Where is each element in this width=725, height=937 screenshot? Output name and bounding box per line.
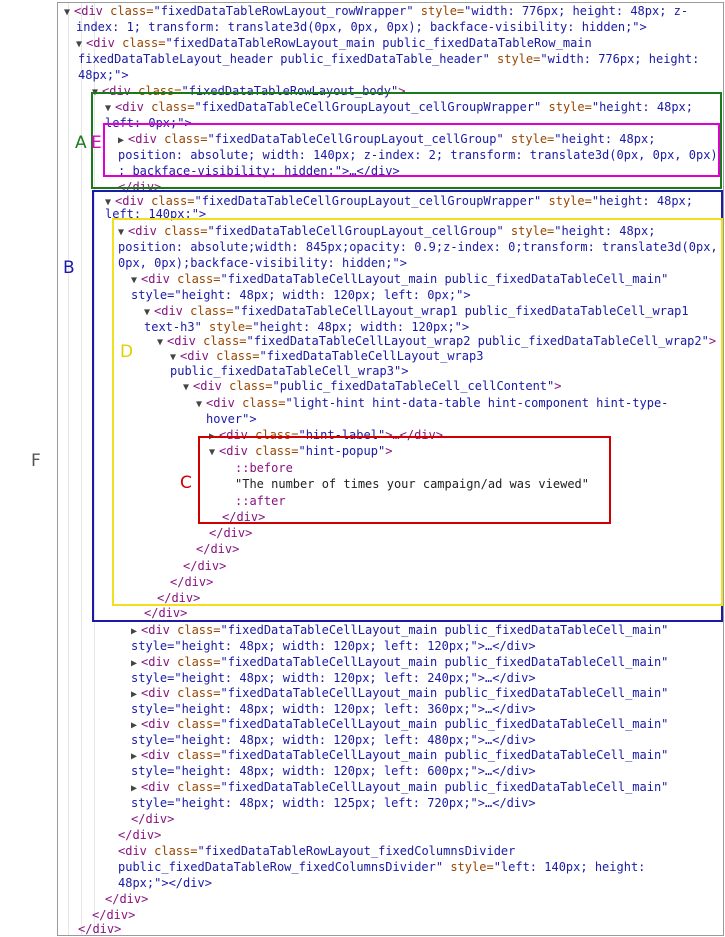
dom-text-line: style="height: 48px; width: 120px; left:… bbox=[131, 702, 536, 716]
dom-text-line: index: 1; transform: translate3d(0px, 0p… bbox=[76, 20, 647, 34]
dom-text-line: style="height: 48px; width: 120px; left:… bbox=[131, 733, 536, 747]
dom-text-line: style="height: 48px; width: 125px; left:… bbox=[131, 796, 536, 810]
annotation-label-f: F bbox=[31, 451, 41, 471]
annotation-box-d bbox=[112, 218, 723, 606]
dom-close-tag: </div> bbox=[131, 812, 175, 826]
dom-close-tag: </div> bbox=[78, 922, 122, 936]
expand-triangle-icon[interactable]: ▼ bbox=[64, 5, 74, 21]
dom-text-line: public_fixedDataTableRow_fixedColumnsDiv… bbox=[118, 860, 646, 874]
annotation-box-e bbox=[103, 123, 720, 177]
dom-text-line: style="height: 48px; width: 120px; left:… bbox=[131, 639, 536, 653]
dom-text-line: style="height: 48px; width: 120px; left:… bbox=[131, 764, 536, 778]
dom-text-line: style="height: 48px; width: 120px; left:… bbox=[131, 671, 536, 685]
dom-text-line: 48px;"></div> bbox=[118, 876, 212, 890]
annotation-label-e: E bbox=[91, 133, 102, 153]
annotation-label-c: C bbox=[180, 473, 192, 493]
dom-close-tag: </div> bbox=[105, 892, 149, 906]
dom-text-line: fixedDataTableLayout_header public_fixed… bbox=[78, 52, 700, 66]
annotation-label-d: D bbox=[120, 342, 134, 362]
dom-node-fixed-columns-divider[interactable]: <div class="fixedDataTableRowLayout_fixe… bbox=[118, 843, 515, 859]
annotation-box-c bbox=[198, 436, 611, 524]
annotation-label-b: B bbox=[63, 258, 75, 278]
dom-text-line: 48px;"> bbox=[78, 68, 129, 82]
annotation-label-a: A bbox=[75, 133, 87, 153]
dom-close-tag: </div> bbox=[118, 828, 162, 842]
indent-guide bbox=[68, 3, 69, 935]
